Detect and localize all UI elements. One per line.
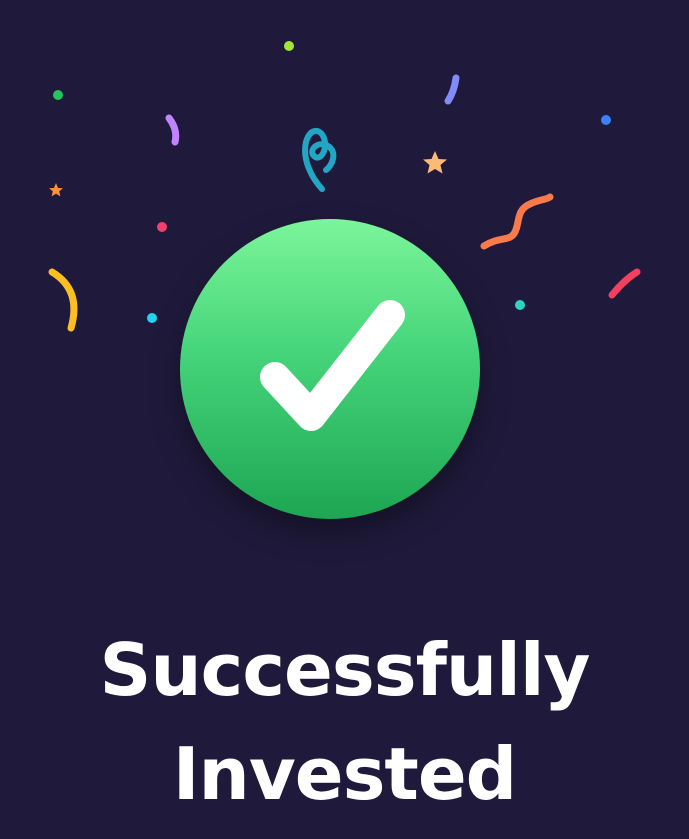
success-title-line-2: Invested bbox=[172, 732, 517, 816]
confetti-dot bbox=[515, 300, 525, 310]
confetti-dot bbox=[284, 41, 294, 51]
confetti-curl bbox=[302, 128, 337, 192]
confetti-dot bbox=[147, 313, 157, 323]
confetti-streamer bbox=[165, 114, 180, 146]
success-screen: Successfully Invested bbox=[0, 0, 689, 839]
confetti-streamer bbox=[48, 268, 78, 332]
confetti-star bbox=[49, 183, 63, 197]
confetti-streamer bbox=[608, 268, 641, 299]
success-badge bbox=[180, 219, 480, 519]
confetti-streamer bbox=[444, 74, 460, 105]
confetti-dot bbox=[157, 222, 167, 232]
success-title-line-1: Successfully bbox=[99, 628, 591, 712]
success-message: Successfully Invested bbox=[0, 618, 689, 826]
confetti-dot bbox=[53, 90, 63, 100]
confetti-star bbox=[423, 151, 447, 174]
check-icon bbox=[260, 300, 405, 431]
confetti-dot bbox=[601, 115, 611, 125]
confetti-streamer bbox=[480, 193, 554, 250]
